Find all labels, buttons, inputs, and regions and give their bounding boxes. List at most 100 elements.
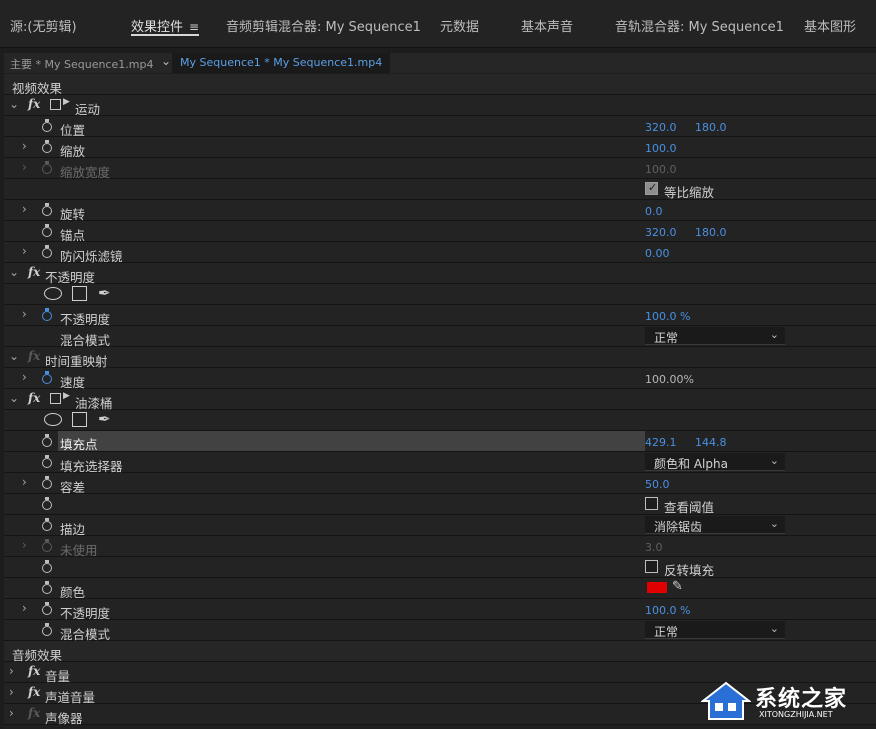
scale-value[interactable]: 100.0: [645, 142, 677, 155]
rotation-value[interactable]: 0.0: [645, 205, 663, 218]
ellipse-mask-icon[interactable]: [44, 287, 62, 300]
stopwatch-icon[interactable]: [41, 119, 53, 133]
effect-time-remap[interactable]: ⌄ fx 时间重映射: [4, 347, 876, 369]
master-clip-label[interactable]: 主要 * My Sequence1.mp4: [10, 56, 153, 72]
hamburger-icon[interactable]: ≡: [189, 20, 199, 34]
anti-flicker-value[interactable]: 0.00: [645, 247, 670, 260]
rectangle-mask-icon[interactable]: [72, 286, 87, 301]
view-threshold-checkbox[interactable]: [645, 497, 658, 510]
stopwatch-icon[interactable]: [41, 497, 53, 511]
tab-effect-controls[interactable]: 效果控件 ≡: [131, 16, 200, 36]
stopwatch-icon: [41, 161, 53, 175]
dropdown-value: 消除锯齿: [654, 520, 703, 534]
uniform-scale-label: 等比缩放: [664, 185, 715, 200]
chevron-right-icon[interactable]: ›: [22, 244, 27, 258]
stopwatch-icon[interactable]: [41, 455, 53, 469]
stopwatch-icon: [41, 539, 53, 553]
unused-value: 3.0: [645, 541, 663, 554]
position-x-value[interactable]: 320.0: [645, 121, 677, 134]
transform-icon[interactable]: [50, 393, 61, 404]
chevron-right-icon[interactable]: ›: [22, 601, 27, 615]
blend-mode-dropdown[interactable]: 正常 ⌄: [645, 327, 785, 345]
bucket-blend-mode-dropdown[interactable]: 正常 ⌄: [645, 621, 785, 639]
fx-toggle-icon[interactable]: fx: [28, 664, 40, 678]
tab-essential-sound[interactable]: 基本声音: [521, 16, 573, 36]
tab-audio-track-mixer[interactable]: 音轨混合器: My Sequence1: [615, 16, 784, 36]
clip-selector-bar: 主要 * My Sequence1.mp4 ⌄ My Sequence1 * M…: [4, 53, 876, 73]
chevron-down-icon[interactable]: ⌄: [161, 54, 171, 68]
tab-audio-clip-mixer[interactable]: 音频剪辑混合器: My Sequence1: [226, 16, 421, 36]
stopwatch-icon[interactable]: [41, 434, 53, 448]
chevron-down-icon[interactable]: ⌄: [9, 265, 19, 279]
audio-effects-header: 音频效果: [4, 641, 876, 663]
anchor-y-value[interactable]: 180.0: [695, 226, 727, 239]
stopwatch-icon[interactable]: [41, 224, 53, 238]
invert-fill-checkbox[interactable]: [645, 560, 658, 573]
stroke-dropdown[interactable]: 消除锯齿 ⌄: [645, 516, 785, 534]
eyedropper-icon[interactable]: ✎: [672, 579, 683, 594]
chevron-down-icon[interactable]: ⌄: [9, 349, 19, 363]
chevron-right-icon: ›: [22, 538, 27, 552]
tab-essential-graphics[interactable]: 基本图形: [804, 16, 856, 36]
stopwatch-icon[interactable]: [41, 140, 53, 154]
stopwatch-icon[interactable]: [41, 560, 53, 574]
bucket-opacity-value[interactable]: 100.0 %: [645, 604, 690, 617]
fx-toggle-icon[interactable]: fx: [28, 265, 40, 279]
chevron-right-icon[interactable]: ›: [22, 475, 27, 489]
fx-toggle-icon[interactable]: fx: [28, 685, 40, 699]
chevron-right-icon: ›: [22, 160, 27, 174]
stopwatch-icon[interactable]: [41, 518, 53, 532]
chevron-down-icon[interactable]: ⌄: [9, 391, 19, 405]
effect-opacity[interactable]: ⌄ fx 不透明度: [4, 263, 876, 285]
sequence-clip-label[interactable]: My Sequence1 * My Sequence1.mp4: [172, 53, 391, 73]
param-unused: › 未使用 3.0: [4, 536, 876, 558]
video-effects-header: 视频效果: [4, 74, 876, 96]
play-arrow-icon: ▶: [63, 97, 70, 107]
chevron-down-icon[interactable]: ⌄: [9, 97, 19, 111]
stopwatch-icon[interactable]: [41, 245, 53, 259]
fill-point-y-value[interactable]: 144.8: [695, 436, 727, 449]
transform-icon[interactable]: [50, 99, 61, 110]
chevron-right-icon[interactable]: ›: [22, 370, 27, 384]
pen-mask-icon[interactable]: ✒: [98, 410, 111, 428]
fx-toggle-icon[interactable]: fx: [28, 97, 40, 111]
stopwatch-icon[interactable]: [41, 308, 53, 322]
param-position: 位置 320.0 180.0: [4, 116, 876, 138]
stopwatch-icon[interactable]: [41, 476, 53, 490]
position-y-value[interactable]: 180.0: [695, 121, 727, 134]
param-bucket-opacity: › 不透明度 100.0 %: [4, 599, 876, 621]
chevron-right-icon[interactable]: ›: [9, 664, 14, 678]
pen-mask-icon[interactable]: ✒: [98, 284, 111, 302]
chevron-right-icon[interactable]: ›: [22, 202, 27, 216]
view-threshold-label: 查看阈值: [664, 500, 715, 515]
stopwatch-icon[interactable]: [41, 581, 53, 595]
chevron-right-icon[interactable]: ›: [9, 706, 14, 720]
param-color: 颜色 ✎: [4, 578, 876, 600]
tab-metadata[interactable]: 元数据: [440, 16, 479, 36]
speed-value[interactable]: 100.00%: [645, 373, 694, 386]
tab-source[interactable]: 源:(无剪辑): [10, 16, 77, 36]
tolerance-value[interactable]: 50.0: [645, 478, 670, 491]
fill-selector-dropdown[interactable]: 颜色和 Alpha ⌄: [645, 453, 785, 471]
opacity-value[interactable]: 100.0 %: [645, 310, 690, 323]
checkmark-icon: ✓: [648, 181, 658, 194]
chevron-right-icon[interactable]: ›: [9, 685, 14, 699]
rectangle-mask-icon[interactable]: [72, 412, 87, 427]
panel-tab-bar: 源:(无剪辑) 效果控件 ≡ 音频剪辑混合器: My Sequence1 元数据 …: [0, 0, 876, 48]
stopwatch-icon[interactable]: [41, 602, 53, 616]
param-opacity: › 不透明度 100.0 %: [4, 305, 876, 327]
fill-point-x-value[interactable]: 429.1: [645, 436, 677, 449]
uniform-scale-checkbox[interactable]: ✓: [645, 181, 658, 195]
fx-toggle-icon[interactable]: fx: [28, 391, 40, 405]
stopwatch-icon[interactable]: [41, 203, 53, 217]
effect-motion[interactable]: ⌄ fx ▶ 运动: [4, 95, 876, 117]
effect-paint-bucket[interactable]: ⌄ fx ▶ 油漆桶: [4, 389, 876, 411]
chevron-right-icon[interactable]: ›: [22, 307, 27, 321]
ellipse-mask-icon[interactable]: [44, 413, 62, 426]
chevron-right-icon[interactable]: ›: [22, 139, 27, 153]
stopwatch-icon[interactable]: [41, 623, 53, 637]
param-anchor: 锚点 320.0 180.0: [4, 221, 876, 243]
stopwatch-icon[interactable]: [41, 371, 53, 385]
anchor-x-value[interactable]: 320.0: [645, 226, 677, 239]
color-swatch[interactable]: [647, 582, 667, 593]
